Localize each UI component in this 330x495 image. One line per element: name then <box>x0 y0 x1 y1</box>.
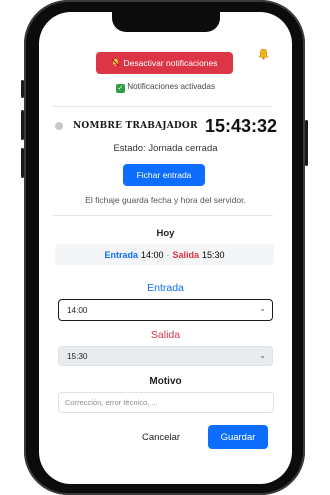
side-button <box>21 80 24 98</box>
cancel-button[interactable]: Cancelar <box>142 432 180 443</box>
reason-placeholder: Corrección, error técnico, ... <box>65 398 158 407</box>
bell-icon[interactable] <box>257 48 270 64</box>
chevron-down-icon: ⌄ <box>259 304 266 313</box>
save-button[interactable]: Guardar <box>208 425 268 449</box>
worker-name: NOMBRE TRABAJADOR <box>73 121 198 131</box>
current-time: 15:43:32 <box>205 116 278 136</box>
today-exit-label: Salida <box>172 249 200 260</box>
reason-input[interactable]: Corrección, error técnico, ... <box>58 392 274 413</box>
side-button <box>21 110 24 140</box>
notifications-status: ✓ Notificaciones activadas <box>39 82 292 93</box>
exit-time-value: 15:30 <box>67 351 88 361</box>
notch <box>112 12 220 32</box>
exit-time-select[interactable]: 15:30 ⌄ <box>58 346 273 366</box>
disable-notifications-button[interactable]: Desactivar notificaciones <box>96 52 233 74</box>
today-entry-label: Entrada <box>104 249 138 260</box>
bell-slash-icon <box>111 58 120 69</box>
entry-time-value: 14:00 <box>67 305 88 315</box>
app-screen: Desactivar notificaciones ✓ Notificacion… <box>39 12 292 484</box>
shift-status: Estado: Jornada cerrada <box>113 143 218 154</box>
today-exit-time: 15:30 <box>202 249 225 260</box>
today-separator: · <box>166 249 170 260</box>
exit-section-label: Salida <box>150 329 181 341</box>
today-entry-time: 14:00 <box>140 249 164 260</box>
side-button <box>21 148 24 178</box>
server-time-note: El fichaje guarda fecha y hora del servi… <box>85 195 246 205</box>
today-summary: Entrada 14:00 · Salida 15:30 <box>55 244 274 265</box>
status-dot <box>55 122 63 130</box>
divider <box>53 215 273 216</box>
check-icon: ✓ <box>115 84 125 93</box>
today-title: Hoy <box>156 228 175 239</box>
reason-label: Motivo <box>149 376 182 387</box>
clock-in-button[interactable]: Fichar entrada <box>123 164 205 186</box>
notifications-status-text: Notificaciones activadas <box>127 82 216 91</box>
side-button <box>305 120 308 166</box>
entry-section-label: Entrada <box>147 282 184 294</box>
chevron-down-icon: ⌄ <box>259 351 266 360</box>
divider <box>53 106 273 107</box>
entry-time-select[interactable]: 14:00 ⌄ <box>58 299 273 321</box>
disable-notifications-label: Desactivar notificaciones <box>123 58 218 68</box>
